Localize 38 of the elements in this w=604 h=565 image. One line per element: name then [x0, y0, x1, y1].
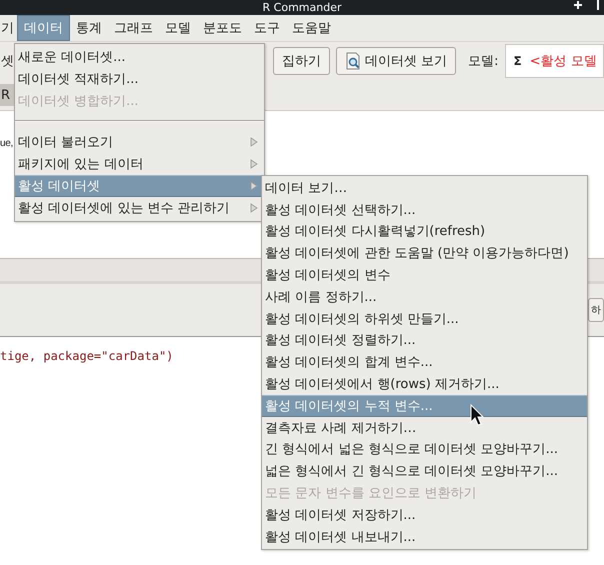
menu-item[interactable]: 넓은 형식에서 긴 형식으로 데이터셋 모양바꾸기...: [262, 460, 587, 482]
menu-item[interactable]: 활성 데이터셋 내보내기...: [262, 526, 587, 548]
window-controls-icon[interactable]: [572, 0, 602, 10]
menu-item[interactable]: 데이터 불러오기: [15, 131, 264, 153]
menu-item[interactable]: 긴 형식에서 넓은 형식으로 데이터셋 모양바꾸기...: [262, 438, 587, 460]
menu-item[interactable]: 활성 데이터셋 선택하기...: [262, 198, 587, 221]
script-text: ue,: [0, 138, 14, 149]
menu-item[interactable]: 결측자료 사례 제거하기…: [262, 416, 587, 439]
menu-item[interactable]: 활성 데이터셋의 하위셋 만들기...: [262, 308, 587, 330]
model-label: 모델:: [468, 53, 499, 70]
menu-item[interactable]: 활성 데이터셋의 합계 변수...: [262, 351, 587, 374]
menu-item[interactable]: 데이터 보기…: [262, 177, 587, 199]
tab[interactable]: R: [0, 84, 14, 106]
menu-item[interactable]: 활성 데이터셋에 관한 도움말 (만약 이용가능하다면): [262, 242, 587, 264]
menu-item[interactable]: 데이터셋 적재하기...: [15, 68, 264, 90]
menu-item[interactable]: 새로운 데이터셋...: [15, 46, 264, 68]
menu-item[interactable]: 기: [0, 15, 17, 41]
model-field[interactable]: Σ <활성 모델: [504, 44, 604, 78]
menu-item[interactable]: 활성 데이터셋에 있는 변수 관리하기: [15, 197, 264, 219]
menu-item[interactable]: 활성 데이터셋에서 행(rows) 제거하기...: [262, 373, 587, 395]
menu-item[interactable]: 패키지에 있는 데이터: [15, 153, 264, 175]
submit-button[interactable]: 하: [588, 298, 604, 322]
menu-item[interactable]: 활성 데이터셋 다시활력넣기(refresh): [262, 220, 587, 242]
menu-item[interactable]: 그래프: [108, 15, 159, 41]
menu-item[interactable]: 사례 이름 정하기...: [262, 286, 587, 308]
view-dataset-button[interactable]: 데이터셋 보기: [336, 47, 456, 75]
menu-item[interactable]: 활성 데이터셋 정렬하기...: [262, 330, 587, 352]
menu-item[interactable]: 활성 데이터셋 저장하기...: [262, 504, 587, 526]
menu-item[interactable]: 통계: [70, 15, 108, 41]
menu-item[interactable]: 모델: [159, 15, 197, 41]
mouse-pointer-icon: [470, 404, 484, 426]
menu-item[interactable]: 도구: [248, 15, 286, 41]
magnifier-document-icon: [345, 52, 361, 70]
output-text: tige, package="carData"): [0, 349, 174, 363]
edit-dataset-button[interactable]: 집하기: [273, 47, 330, 75]
window-title: R Commander: [262, 1, 342, 14]
menu-item[interactable]: 분포도: [197, 15, 248, 41]
menu-item[interactable]: 도움말: [286, 15, 337, 41]
